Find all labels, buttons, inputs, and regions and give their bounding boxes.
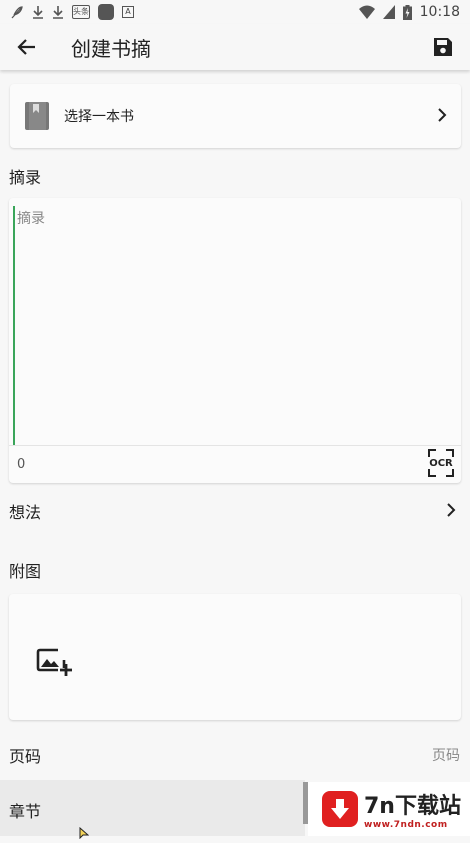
- character-count: 0: [17, 457, 26, 472]
- ocr-corner-icon: [446, 469, 454, 477]
- status-bar: 头条 A 10:18: [0, 0, 470, 24]
- ocr-corner-icon: [446, 449, 454, 457]
- mouse-cursor-icon: [79, 824, 90, 840]
- ocr-button[interactable]: OCR: [427, 448, 455, 478]
- ocr-label: OCR: [429, 457, 453, 469]
- download-icon: [52, 5, 64, 19]
- attachment-card: [9, 594, 461, 720]
- arrow-back-icon: [17, 39, 35, 55]
- watermark: 7n下载站 www.7ndn.com: [308, 782, 470, 836]
- page-number-row[interactable]: 页码 页码: [0, 740, 470, 770]
- select-book-card[interactable]: 选择一本书: [10, 84, 461, 148]
- book-icon: [24, 101, 50, 131]
- status-right: 10:18: [358, 4, 460, 20]
- save-button[interactable]: [428, 32, 458, 62]
- page-number-label: 页码: [9, 747, 42, 766]
- news-app-icon: 头条: [72, 5, 90, 19]
- excerpt-section-label: 摘录: [9, 168, 42, 187]
- attachment-section-label: 附图: [9, 562, 42, 581]
- keyboard-a-icon: A: [122, 6, 134, 18]
- page-number-input[interactable]: 页码: [432, 745, 460, 765]
- ocr-corner-icon: [428, 469, 436, 477]
- app-square-icon: [98, 4, 114, 20]
- excerpt-card: 0 OCR: [9, 198, 461, 483]
- thought-label: 想法: [9, 503, 42, 522]
- signal-icon: [382, 5, 395, 19]
- watermark-url: www.7ndn.com: [364, 820, 448, 830]
- status-left: 头条 A: [10, 4, 134, 20]
- chapter-row[interactable]: 章节: [0, 780, 305, 836]
- download-arrow-icon: [322, 791, 358, 827]
- add-photo-icon: [36, 648, 72, 676]
- divider: [9, 445, 461, 446]
- add-image-button[interactable]: [36, 644, 72, 678]
- chevron-right-icon: [437, 107, 447, 126]
- battery-charging-icon: [402, 4, 412, 20]
- select-book-label: 选择一本书: [64, 109, 134, 125]
- page-title: 创建书摘: [71, 36, 151, 61]
- app-bar: 创建书摘: [0, 24, 470, 70]
- watermark-text: 7n下载站 www.7ndn.com: [364, 788, 461, 830]
- ocr-corner-icon: [428, 449, 436, 457]
- chapter-label: 章节: [9, 802, 42, 821]
- status-time: 10:18: [419, 4, 460, 20]
- back-button[interactable]: [7, 27, 47, 67]
- feather-icon: [10, 5, 24, 19]
- chevron-right-icon: [446, 502, 456, 521]
- wifi-icon: [358, 5, 375, 19]
- excerpt-input[interactable]: [13, 206, 459, 446]
- watermark-title: 7n下载站: [364, 794, 461, 819]
- thought-row[interactable]: 想法: [0, 496, 470, 526]
- save-icon: [434, 38, 452, 56]
- download-icon: [32, 5, 44, 19]
